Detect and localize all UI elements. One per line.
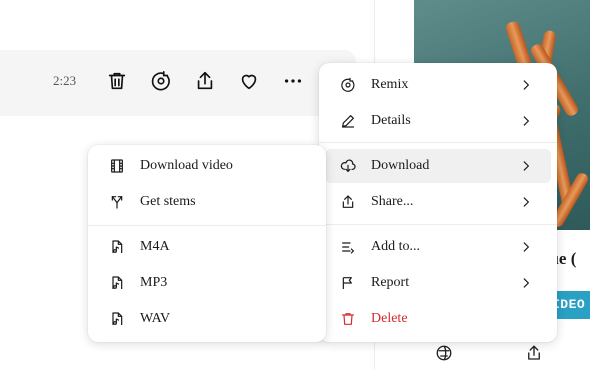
film-icon [108, 157, 126, 175]
submenu-item-m4a[interactable]: M4A [94, 230, 320, 264]
menu-item-label: Add to... [371, 239, 420, 254]
share-icon [528, 345, 540, 360]
more-options-button[interactable] [280, 68, 306, 94]
submenu-item-label: Download video [140, 158, 233, 173]
chevron-right-icon [523, 197, 530, 207]
remix-icon [436, 345, 452, 361]
menu-item-details[interactable]: Details [325, 104, 551, 138]
menu-separator [88, 225, 326, 226]
submenu-item-download-video[interactable]: Download video [94, 149, 320, 183]
chevron-right-icon [523, 278, 530, 288]
menu-item-label: Details [371, 113, 411, 128]
ellipsis-icon [284, 79, 302, 83]
pencil-icon [339, 112, 357, 130]
download-submenu: Download video Get stems M4A MP3 WAV [88, 145, 326, 342]
trash-icon [108, 72, 126, 90]
submenu-item-label: M4A [140, 239, 170, 254]
menu-separator [319, 224, 557, 225]
chevron-right-icon [523, 242, 530, 252]
submenu-item-wav[interactable]: WAV [94, 302, 320, 336]
menu-item-delete[interactable]: Delete [325, 302, 551, 336]
add-to-list-icon [339, 238, 357, 256]
chevron-right-icon [523, 116, 530, 126]
trash-icon [339, 310, 357, 328]
menu-item-download[interactable]: Download [325, 149, 551, 183]
flag-icon [339, 274, 357, 292]
menu-item-remix[interactable]: Remix [325, 68, 551, 102]
share-icon [197, 71, 213, 90]
audio-file-icon [108, 274, 126, 292]
menu-separator [319, 142, 557, 143]
menu-item-add-to[interactable]: Add to... [325, 230, 551, 264]
remix-button[interactable] [148, 68, 174, 94]
delete-track-button[interactable] [104, 68, 130, 94]
menu-item-label: Delete [371, 311, 408, 326]
track-duration: 2:23 [53, 73, 77, 88]
menu-item-report[interactable]: Report [325, 266, 551, 300]
menu-item-label: Report [371, 275, 410, 290]
menu-item-label: Share... [371, 194, 414, 209]
cloud-download-icon [339, 157, 357, 175]
chevron-right-icon [523, 161, 530, 171]
side-share-button[interactable] [522, 341, 546, 365]
like-button[interactable] [236, 68, 262, 94]
submenu-item-mp3[interactable]: MP3 [94, 266, 320, 300]
heart-icon [241, 74, 257, 90]
remix-icon [151, 71, 170, 91]
menu-item-share[interactable]: Share... [325, 185, 551, 219]
submenu-item-label: MP3 [140, 275, 168, 290]
submenu-item-label: WAV [140, 311, 171, 326]
chevron-right-icon [523, 80, 530, 90]
share-icon [339, 193, 357, 211]
share-button[interactable] [192, 68, 218, 94]
menu-item-label: Remix [371, 77, 409, 92]
submenu-item-get-stems[interactable]: Get stems [94, 185, 320, 219]
side-remix-button[interactable] [432, 341, 456, 365]
audio-file-icon [108, 238, 126, 256]
audio-file-icon [108, 310, 126, 328]
track-context-menu: Remix Details Download Share... Add to..… [319, 63, 557, 342]
stems-icon [108, 193, 126, 211]
remix-icon [339, 76, 357, 94]
submenu-item-label: Get stems [140, 194, 196, 209]
menu-item-label: Download [371, 158, 430, 173]
